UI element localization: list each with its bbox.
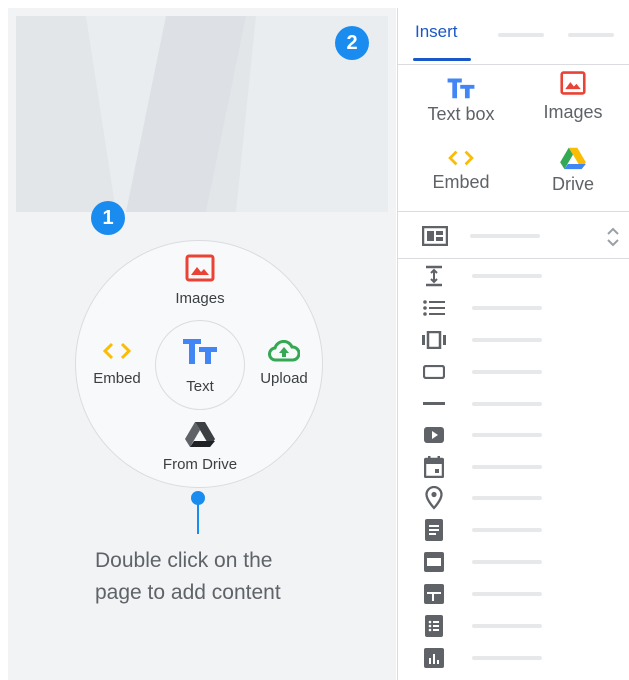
charts-icon (420, 644, 448, 672)
drive-icon (559, 146, 587, 170)
list-item[interactable] (420, 484, 620, 512)
list-placeholder (472, 433, 542, 437)
embed-code-icon (447, 148, 475, 168)
wheel-embed-label: Embed (93, 370, 141, 387)
image-icon (185, 254, 215, 282)
list-item[interactable] (420, 358, 620, 386)
step-badge-2: 2 (335, 26, 369, 60)
list-placeholder (472, 465, 542, 469)
carousel-icon (420, 326, 448, 354)
list-item[interactable] (420, 548, 620, 576)
double-click-hint: Double click on the page to add content (95, 545, 355, 609)
wheel-text-button[interactable]: Text (165, 336, 235, 395)
list-placeholder (472, 370, 542, 374)
tab-placeholder[interactable] (498, 33, 544, 37)
list-item[interactable] (420, 326, 620, 354)
list-placeholder (472, 496, 542, 500)
insert-drive-button[interactable]: Drive (518, 146, 628, 195)
tab-insert-indicator (413, 58, 471, 61)
connector-dot (191, 491, 205, 505)
divider-spacing-icon (420, 262, 448, 290)
text-box-icon (181, 336, 219, 366)
insert-images-label: Images (543, 102, 603, 122)
slides-icon (420, 548, 448, 576)
insert-embed-button[interactable]: Embed (406, 148, 516, 193)
tab-insert[interactable]: Insert (415, 22, 458, 42)
cloud-upload-icon (268, 340, 300, 362)
list-placeholder (472, 624, 542, 628)
map-pin-icon (420, 484, 448, 512)
list-item[interactable] (420, 612, 620, 640)
list-item[interactable] (420, 262, 620, 290)
insert-images-button[interactable]: Images (518, 70, 628, 123)
button-icon (420, 358, 448, 386)
image-icon (560, 70, 586, 96)
list-placeholder (472, 338, 542, 342)
wheel-text-label: Text (186, 378, 214, 395)
hint-line-2: page to add content (95, 581, 281, 604)
drive-icon (184, 420, 216, 448)
unfold-icon (606, 226, 620, 253)
youtube-icon (420, 421, 448, 449)
list-item[interactable] (420, 453, 620, 481)
embed-code-icon (102, 340, 132, 362)
wheel-upload-button[interactable]: Upload (248, 340, 320, 387)
step-badge-1: 1 (91, 201, 125, 235)
insert-text-box-button[interactable]: Text box (406, 76, 516, 125)
list-item[interactable] (420, 644, 620, 672)
text-box-icon (446, 76, 476, 100)
list-item[interactable] (420, 516, 620, 544)
wheel-from-drive-button[interactable]: From Drive (150, 420, 250, 473)
list-placeholder (472, 274, 542, 278)
list-item[interactable] (420, 390, 620, 418)
insert-embed-label: Embed (432, 172, 490, 192)
sheets-icon (420, 580, 448, 608)
layout-icon (421, 225, 449, 251)
forms-icon (420, 612, 448, 640)
line-icon (420, 390, 448, 418)
list-placeholder (472, 402, 542, 406)
wheel-images-label: Images (175, 290, 225, 307)
wheel-images-button[interactable]: Images (160, 254, 240, 307)
list-placeholder (472, 560, 542, 564)
hint-line-1: Double click on the (95, 549, 273, 572)
calendar-icon (420, 453, 448, 481)
bulleted-list-icon (420, 294, 448, 322)
layout-placeholder (470, 234, 540, 238)
document-icon (420, 516, 448, 544)
list-placeholder (472, 306, 542, 310)
wheel-embed-button[interactable]: Embed (82, 340, 152, 387)
header-banner[interactable] (16, 16, 388, 212)
list-placeholder (472, 592, 542, 596)
connector-line (197, 504, 199, 534)
insert-text-box-label: Text box (427, 104, 495, 124)
wheel-from-drive-label: From Drive (162, 456, 238, 473)
list-item[interactable] (420, 421, 620, 449)
list-placeholder (472, 656, 542, 660)
list-item[interactable] (420, 580, 620, 608)
wheel-upload-label: Upload (260, 370, 308, 387)
tab-placeholder[interactable] (568, 33, 614, 37)
banner-shapes (86, 16, 388, 212)
list-item[interactable] (420, 294, 620, 322)
insert-drive-label: Drive (551, 174, 594, 194)
list-placeholder (472, 528, 542, 532)
